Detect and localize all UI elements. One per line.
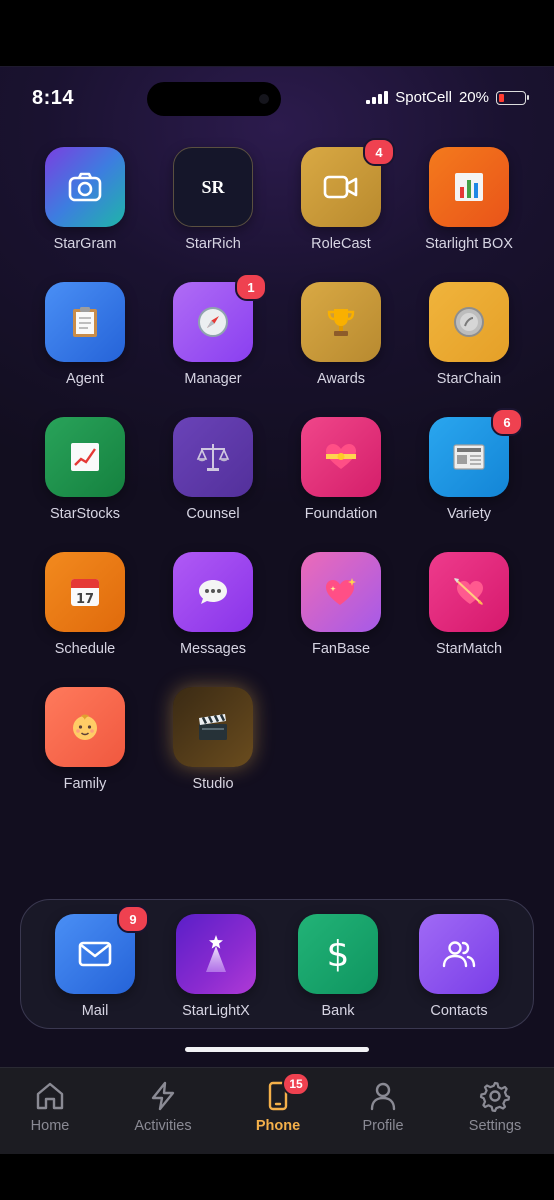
home-icon	[36, 1082, 64, 1110]
tab-label: Profile	[362, 1118, 404, 1134]
dock-app-bank[interactable]: $ Bank	[278, 914, 398, 1019]
app-label: Awards	[316, 371, 366, 387]
carrier-name: SpotCell	[395, 89, 452, 106]
mail-icon: 9	[55, 905, 149, 994]
battery-icon	[496, 90, 529, 105]
dock-app-contacts[interactable]: Contacts	[399, 914, 519, 1019]
app-fanbase[interactable]: FanBase	[281, 552, 401, 657]
trophy-icon	[301, 282, 381, 362]
app-label: Contacts	[430, 1003, 488, 1019]
app-variety[interactable]: 6 Variety	[409, 408, 529, 522]
sparkling-heart-icon	[301, 552, 381, 632]
app-stargram[interactable]: StarGram	[25, 147, 145, 252]
app-label: Agent	[66, 371, 104, 387]
app-label: StarMatch	[435, 641, 503, 657]
app-family[interactable]: Family	[25, 687, 145, 792]
app-schedule[interactable]: 17 Schedule	[25, 552, 145, 657]
app-messages[interactable]: Messages	[153, 552, 273, 657]
dynamic-island	[147, 82, 281, 116]
dock-app-starlightx[interactable]: StarLightX	[156, 914, 276, 1019]
heart-arrow-icon	[429, 552, 509, 632]
tab-label: Activities	[134, 1118, 192, 1134]
lightning-icon	[151, 1081, 175, 1111]
tab-profile[interactable]: Profile	[333, 1080, 433, 1134]
dock: 9 Mail StarLightX $ Bank Contacts	[20, 899, 534, 1029]
app-starstocks[interactable]: StarStocks	[25, 417, 145, 522]
video-camera-icon: 4	[301, 138, 395, 227]
app-label: Manager	[184, 371, 242, 387]
tab-label: Home	[30, 1118, 70, 1134]
tab-phone[interactable]: 15 Phone	[228, 1072, 328, 1134]
app-starrich[interactable]: SR StarRich	[153, 147, 273, 252]
tab-label: Phone	[255, 1118, 301, 1134]
bar-chart-icon	[429, 147, 509, 227]
home-indicator[interactable]	[185, 1047, 369, 1052]
app-label: Mail	[81, 1003, 109, 1019]
app-label: Family	[63, 776, 107, 792]
app-foundation[interactable]: Foundation	[281, 417, 401, 522]
app-rolecast[interactable]: 4 RoleCast	[281, 138, 401, 252]
app-label: Starlight BOX	[425, 236, 513, 252]
app-label: Variety	[446, 506, 492, 522]
app-label: StarRich	[185, 236, 241, 252]
camera-icon	[45, 147, 125, 227]
clipboard-icon	[45, 282, 125, 362]
app-label: Bank	[321, 1003, 355, 1019]
battery-percent: 20%	[458, 89, 489, 106]
app-starmatch[interactable]: StarMatch	[409, 552, 529, 657]
app-studio[interactable]: Studio	[153, 687, 273, 792]
tab-label: Settings	[468, 1118, 522, 1134]
newspaper-icon: 6	[429, 408, 523, 497]
app-label: StarGram	[53, 236, 117, 252]
phone-screen: 8:14 SpotCell 20% StarGram SR StarRich 4…	[0, 66, 554, 1154]
bottom-tab-bar: Home Activities 15 Phone Profile Setting…	[0, 1067, 554, 1154]
clapper-board-icon	[173, 687, 253, 767]
app-starlight-box[interactable]: Starlight BOX	[409, 147, 529, 252]
notification-badge: 6	[491, 408, 523, 436]
star-beam-icon	[176, 914, 256, 994]
app-label: StarChain	[436, 371, 502, 387]
front-camera-icon	[259, 94, 269, 104]
app-agent[interactable]: Agent	[25, 282, 145, 387]
scales-icon	[173, 417, 253, 497]
app-counsel[interactable]: Counsel	[153, 417, 273, 522]
status-time: 8:14	[32, 87, 75, 109]
app-label: StarStocks	[49, 506, 121, 522]
app-label: FanBase	[311, 641, 371, 657]
dollar-icon: $	[298, 914, 378, 994]
chart-up-icon	[45, 417, 125, 497]
gear-icon	[479, 1081, 511, 1112]
sr-logo-text: SR	[201, 176, 225, 197]
sr-logo-icon: SR	[173, 147, 253, 227]
calendar-icon: 17	[45, 552, 125, 632]
app-label: Messages	[179, 641, 247, 657]
coin-icon	[429, 282, 509, 362]
tab-home[interactable]: Home	[0, 1080, 100, 1134]
person-icon	[370, 1082, 396, 1111]
heart-ribbon-icon	[301, 417, 381, 497]
people-icon	[419, 914, 499, 994]
app-label: Counsel	[186, 506, 240, 522]
speech-bubble-icon	[173, 552, 253, 632]
baby-icon	[45, 687, 125, 767]
notification-badge: 9	[117, 905, 149, 933]
app-label: Schedule	[54, 641, 116, 657]
app-label: RoleCast	[311, 236, 371, 252]
app-manager[interactable]: 1 Manager	[153, 273, 273, 387]
app-starchain[interactable]: StarChain	[409, 282, 529, 387]
app-label: StarLightX	[182, 1003, 250, 1019]
signal-icon	[366, 91, 389, 104]
app-label: Foundation	[304, 506, 378, 522]
dock-app-mail[interactable]: 9 Mail	[35, 905, 155, 1019]
compass-icon: 1	[173, 273, 267, 362]
notification-badge: 1	[235, 273, 267, 301]
tab-activities[interactable]: Activities	[113, 1080, 213, 1134]
status-indicators: SpotCell 20%	[366, 89, 529, 106]
svg-text:17: 17	[76, 592, 94, 607]
notification-badge: 15	[282, 1072, 310, 1096]
app-label: Studio	[192, 776, 234, 792]
notification-badge: 4	[363, 138, 395, 166]
tab-settings[interactable]: Settings	[445, 1080, 545, 1134]
app-awards[interactable]: Awards	[281, 282, 401, 387]
